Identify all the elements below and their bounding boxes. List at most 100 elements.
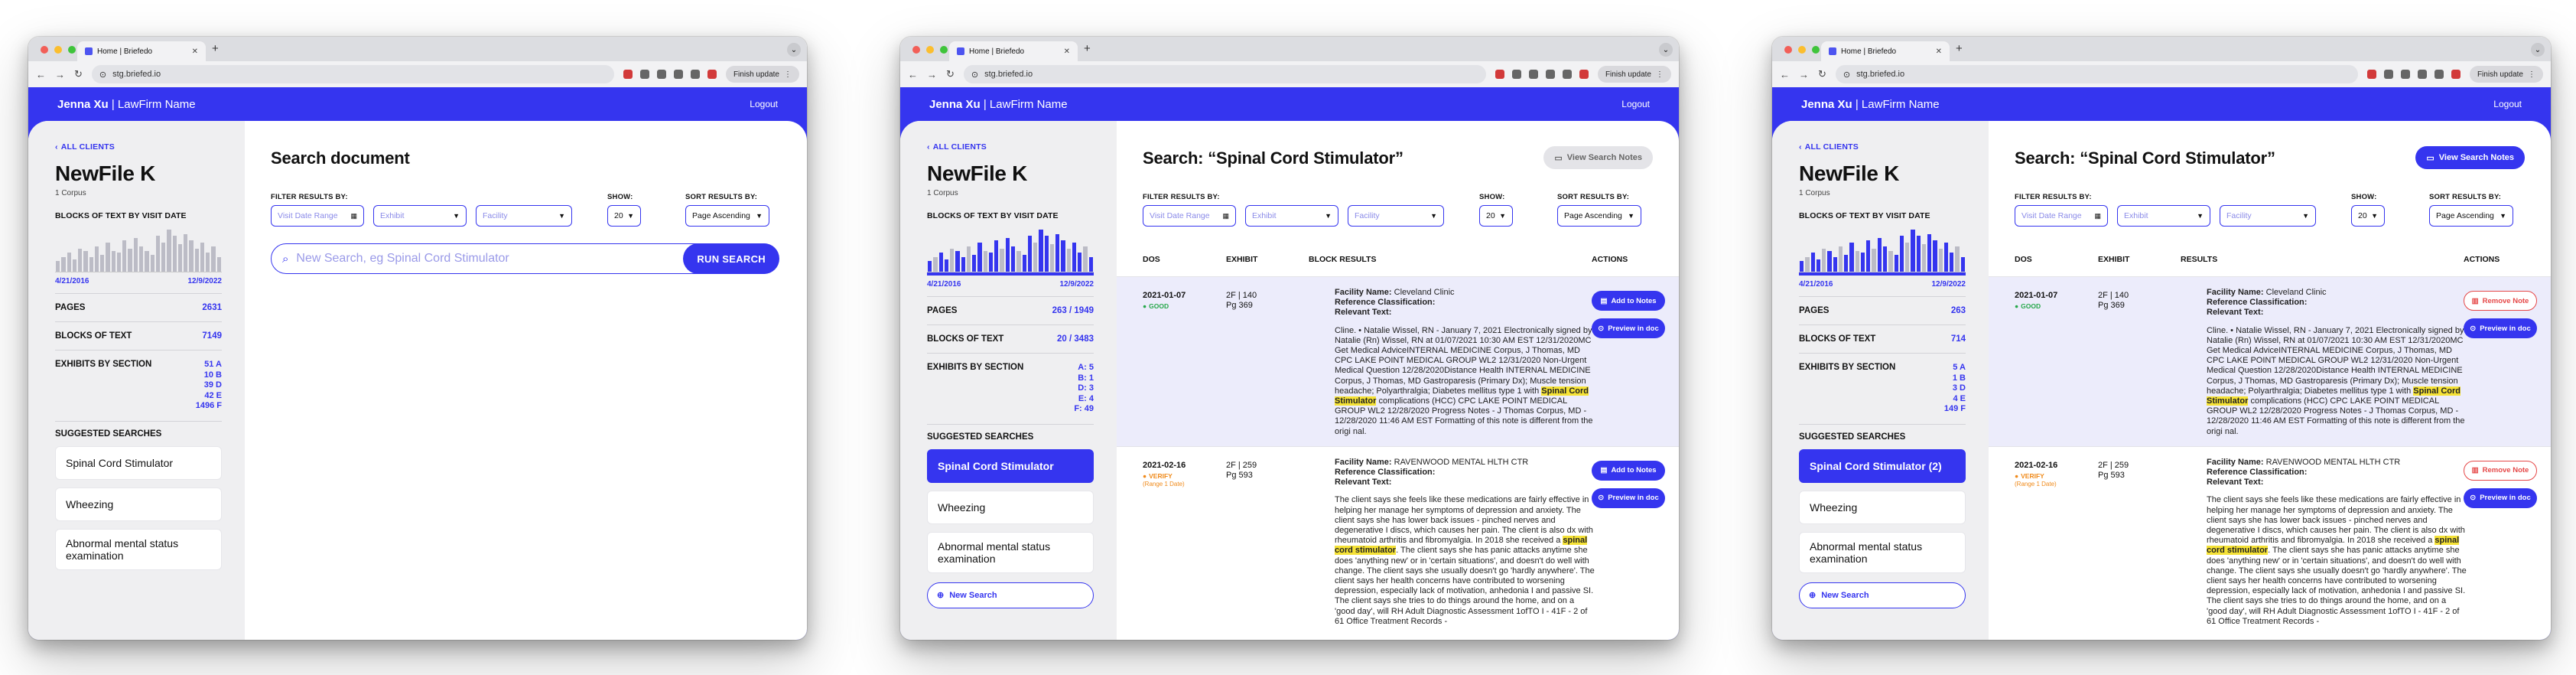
browser-tab[interactable]: Home | Briefedo ✕ bbox=[1821, 41, 1950, 61]
maximize-window-dot[interactable] bbox=[68, 46, 76, 54]
finish-update-button[interactable]: Finish update ⋮ bbox=[2469, 66, 2543, 83]
close-window-dot[interactable] bbox=[912, 46, 920, 54]
histogram-range-bar[interactable] bbox=[1799, 272, 1966, 276]
logout-link[interactable]: Logout bbox=[2493, 99, 2522, 109]
histogram-range-bar[interactable] bbox=[927, 272, 1094, 276]
forward-arrow-icon[interactable]: → bbox=[927, 69, 937, 80]
add-to-notes-button[interactable]: ▤ Add to Notes bbox=[1592, 291, 1665, 311]
all-clients-link[interactable]: ‹ ALL CLIENTS bbox=[1799, 142, 1966, 152]
tab-menu-icon[interactable]: ⌄ bbox=[1659, 43, 1673, 57]
extension-icon[interactable] bbox=[1511, 70, 1521, 79]
logout-link[interactable]: Logout bbox=[1621, 99, 1650, 109]
address-bar[interactable]: ⊙ stg.briefed.io bbox=[91, 65, 614, 83]
all-clients-link[interactable]: ‹ ALL CLIENTS bbox=[927, 142, 1094, 152]
logout-link[interactable]: Logout bbox=[750, 99, 778, 109]
preview-in-doc-button[interactable]: ⊙ Preview in doc bbox=[1592, 488, 1665, 508]
view-search-notes-button[interactable]: ▭ View Search Notes bbox=[1543, 146, 1653, 169]
add-to-notes-button[interactable]: ▤ Add to Notes bbox=[1592, 460, 1665, 481]
reload-icon[interactable]: ↻ bbox=[1818, 68, 1826, 80]
exhibit-filter[interactable]: Exhibit ▼ bbox=[373, 205, 467, 227]
address-bar[interactable]: ⊙ stg.briefed.io bbox=[1835, 65, 2358, 83]
visit-date-histogram[interactable] bbox=[55, 230, 222, 272]
back-arrow-icon[interactable]: ← bbox=[908, 69, 918, 80]
reload-icon[interactable]: ↻ bbox=[946, 68, 955, 80]
suggested-search-chip[interactable]: Wheezing bbox=[927, 490, 1094, 524]
reload-icon[interactable]: ↻ bbox=[74, 68, 83, 80]
back-arrow-icon[interactable]: ← bbox=[1780, 69, 1790, 80]
suggested-search-chip-active[interactable]: Spinal Cord Stimulator (2) bbox=[1799, 448, 1966, 483]
tab-menu-icon[interactable]: ⌄ bbox=[787, 43, 801, 57]
extension-icon[interactable] bbox=[1545, 70, 1555, 79]
maximize-window-dot[interactable] bbox=[1812, 46, 1820, 54]
visit-date-filter[interactable]: Visit Date Range ▦ bbox=[271, 205, 364, 227]
show-select[interactable]: 20 ▼ bbox=[607, 205, 641, 227]
facility-filter[interactable]: Facility ▼ bbox=[2220, 205, 2316, 227]
extension-icon[interactable] bbox=[623, 70, 633, 79]
forward-arrow-icon[interactable]: → bbox=[55, 69, 65, 80]
profile-icon[interactable] bbox=[707, 70, 717, 79]
suggested-search-chip[interactable]: Spinal Cord Stimulator bbox=[55, 445, 222, 480]
preview-in-doc-button[interactable]: ⊙ Preview in doc bbox=[2464, 318, 2537, 338]
suggested-search-chip[interactable]: Wheezing bbox=[1799, 490, 1966, 524]
browser-tab[interactable]: Home | Briefedo ✕ bbox=[949, 41, 1078, 61]
extension-icon[interactable] bbox=[1562, 70, 1572, 79]
extension-icon[interactable] bbox=[673, 70, 683, 79]
minimize-window-dot[interactable] bbox=[926, 46, 934, 54]
extension-icon[interactable] bbox=[1495, 70, 1504, 79]
suggested-search-chip[interactable]: Abnormal mental status examination bbox=[55, 528, 222, 570]
facility-filter[interactable]: Facility ▼ bbox=[1348, 205, 1444, 227]
suggested-search-chip[interactable]: Abnormal mental status examination bbox=[1799, 531, 1966, 573]
close-window-dot[interactable] bbox=[41, 46, 48, 54]
view-search-notes-button[interactable]: ▭ View Search Notes bbox=[2415, 146, 2525, 169]
sort-select[interactable]: Page Ascending ▼ bbox=[1557, 205, 1641, 227]
new-tab-icon[interactable]: + bbox=[212, 42, 219, 55]
preview-in-doc-button[interactable]: ⊙ Preview in doc bbox=[2464, 488, 2537, 508]
close-tab-icon[interactable]: ✕ bbox=[192, 47, 198, 56]
minimize-window-dot[interactable] bbox=[1798, 46, 1806, 54]
extension-icon[interactable] bbox=[2417, 70, 2427, 79]
exhibit-filter[interactable]: Exhibit ▼ bbox=[2117, 205, 2210, 227]
search-input[interactable] bbox=[296, 252, 676, 266]
show-select[interactable]: 20 ▼ bbox=[1479, 205, 1513, 227]
browser-tab[interactable]: Home | Briefedo ✕ bbox=[77, 41, 206, 61]
new-search-button[interactable]: ⊕ New Search bbox=[1799, 582, 1966, 608]
profile-icon[interactable] bbox=[1579, 70, 1589, 79]
suggested-search-chip[interactable]: Abnormal mental status examination bbox=[927, 531, 1094, 573]
extension-icon[interactable] bbox=[2383, 70, 2393, 79]
finish-update-button[interactable]: Finish update ⋮ bbox=[1597, 66, 1671, 83]
maximize-window-dot[interactable] bbox=[940, 46, 948, 54]
tab-menu-icon[interactable]: ⌄ bbox=[2531, 43, 2545, 57]
sort-select[interactable]: Page Ascending ▼ bbox=[2429, 205, 2513, 227]
finish-update-button[interactable]: Finish update ⋮ bbox=[725, 66, 799, 83]
new-tab-icon[interactable]: + bbox=[1084, 42, 1091, 55]
sort-select[interactable]: Page Ascending ▼ bbox=[685, 205, 769, 227]
visit-date-filter[interactable]: Visit Date Range ▦ bbox=[2015, 205, 2108, 227]
close-window-dot[interactable] bbox=[1784, 46, 1792, 54]
close-tab-icon[interactable]: ✕ bbox=[1936, 47, 1942, 56]
run-search-button[interactable]: RUN SEARCH bbox=[683, 243, 779, 274]
extension-icon[interactable] bbox=[656, 70, 666, 79]
extension-icon[interactable] bbox=[2366, 70, 2376, 79]
all-clients-link[interactable]: ‹ ALL CLIENTS bbox=[55, 142, 222, 152]
remove-note-button[interactable]: ▥ Remove Note bbox=[2464, 291, 2537, 311]
minimize-window-dot[interactable] bbox=[54, 46, 62, 54]
back-arrow-icon[interactable]: ← bbox=[36, 69, 46, 80]
visit-date-histogram[interactable] bbox=[1799, 230, 1966, 272]
extension-icon[interactable] bbox=[2400, 70, 2410, 79]
forward-arrow-icon[interactable]: → bbox=[1799, 69, 1809, 80]
profile-icon[interactable] bbox=[2451, 70, 2461, 79]
show-select[interactable]: 20 ▼ bbox=[2351, 205, 2385, 227]
extension-icon[interactable] bbox=[1528, 70, 1538, 79]
visit-date-filter[interactable]: Visit Date Range ▦ bbox=[1143, 205, 1236, 227]
visit-date-histogram[interactable] bbox=[927, 230, 1094, 272]
extension-icon[interactable] bbox=[639, 70, 649, 79]
new-tab-icon[interactable]: + bbox=[1956, 42, 1963, 55]
preview-in-doc-button[interactable]: ⊙ Preview in doc bbox=[1592, 318, 1665, 338]
extension-icon[interactable] bbox=[2434, 70, 2444, 79]
suggested-search-chip-active[interactable]: Spinal Cord Stimulator bbox=[927, 448, 1094, 483]
suggested-search-chip[interactable]: Wheezing bbox=[55, 487, 222, 521]
extension-icon[interactable] bbox=[690, 70, 700, 79]
address-bar[interactable]: ⊙ stg.briefed.io bbox=[963, 65, 1486, 83]
remove-note-button[interactable]: ▥ Remove Note bbox=[2464, 460, 2537, 481]
exhibit-filter[interactable]: Exhibit ▼ bbox=[1245, 205, 1338, 227]
